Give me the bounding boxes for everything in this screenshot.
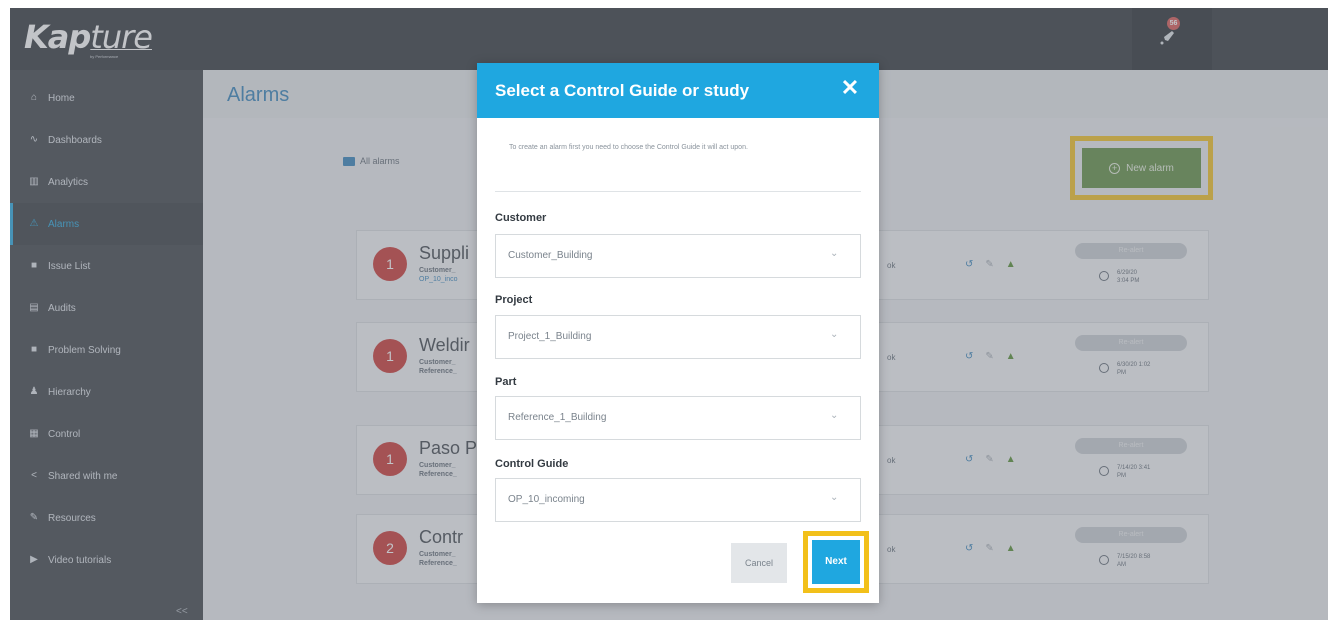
control-guide-select[interactable]: OP_10_incoming ⌄ <box>495 478 861 522</box>
chevron-down-icon: ⌄ <box>830 329 839 340</box>
select-control-guide-dialog: Select a Control Guide or study ✕ To cre… <box>477 63 879 603</box>
customer-value: Customer_Building <box>508 250 593 261</box>
chevron-down-icon: ⌄ <box>830 492 839 503</box>
next-highlight <box>803 531 869 593</box>
customer-select[interactable]: Customer_Building ⌄ <box>495 234 861 278</box>
chevron-down-icon: ⌄ <box>830 248 839 259</box>
close-icon[interactable]: ✕ <box>839 77 861 99</box>
dialog-description: To create an alarm first you need to cho… <box>509 144 748 151</box>
part-select[interactable]: Reference_1_Building ⌄ <box>495 396 861 440</box>
project-select[interactable]: Project_1_Building ⌄ <box>495 315 861 359</box>
part-label: Part <box>495 376 517 388</box>
dialog-header: Select a Control Guide or study ✕ <box>477 63 879 118</box>
dialog-title: Select a Control Guide or study <box>495 81 750 100</box>
control-guide-value: OP_10_incoming <box>508 494 585 505</box>
cancel-button[interactable]: Cancel <box>731 543 787 583</box>
app-window: Kapture by Performance 56 ⌂ Home ∿ Dashboa… <box>10 8 1328 620</box>
customer-label: Customer <box>495 212 547 224</box>
divider <box>495 191 861 192</box>
chevron-down-icon: ⌄ <box>830 410 839 421</box>
part-value: Reference_1_Building <box>508 412 607 423</box>
control-guide-label: Control Guide <box>495 458 569 470</box>
project-value: Project_1_Building <box>508 331 592 342</box>
project-label: Project <box>495 294 533 306</box>
